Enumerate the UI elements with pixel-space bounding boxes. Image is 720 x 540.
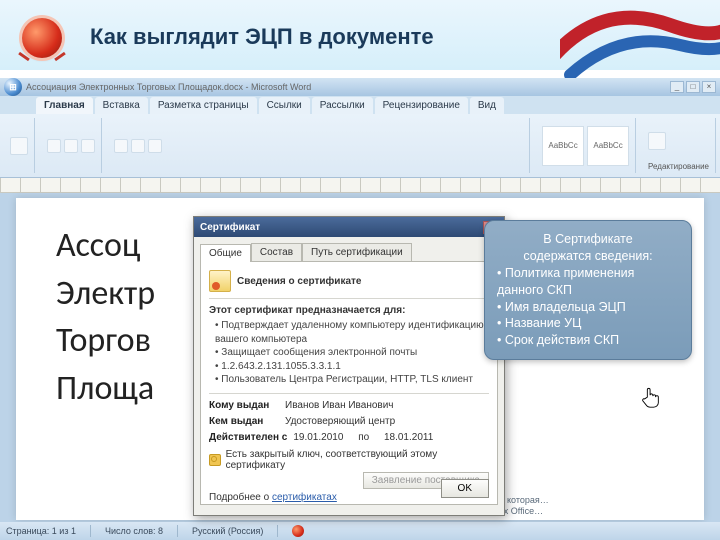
issued-to-value: Иванов Иван Иванович bbox=[285, 400, 394, 411]
minimize-button[interactable]: _ bbox=[670, 81, 684, 93]
ok-button[interactable]: OK bbox=[441, 479, 489, 498]
window-title: Ассоциация Электронных Торговых Площадок… bbox=[26, 82, 670, 92]
valid-from: 19.01.2010 bbox=[293, 432, 343, 443]
cert-purpose-list: • Подтверждает удаленному компьютеру иде… bbox=[215, 319, 489, 387]
cert-tab-details[interactable]: Состав bbox=[251, 243, 302, 261]
bold-icon[interactable] bbox=[47, 139, 61, 153]
status-words: Число слов: 8 bbox=[105, 526, 163, 536]
tab-view[interactable]: Вид bbox=[470, 97, 504, 114]
align-center-icon[interactable] bbox=[131, 139, 145, 153]
private-key-msg: Есть закрытый ключ, соответствующий этом… bbox=[226, 449, 489, 471]
dialog-title: Сертификат bbox=[200, 222, 260, 233]
status-lang[interactable]: Русский (Россия) bbox=[192, 526, 263, 536]
italic-icon[interactable] bbox=[64, 139, 78, 153]
issued-by-label: Кем выдан bbox=[209, 416, 279, 427]
status-page: Страница: 1 из 1 bbox=[6, 526, 76, 536]
info-callout: В Сертификате содержатся сведения: • Пол… bbox=[484, 220, 692, 360]
valid-to: 18.01.2011 bbox=[384, 432, 433, 443]
ribbon-tabs: Главная Вставка Разметка страницы Ссылки… bbox=[0, 96, 720, 114]
valid-label: Действителен с bbox=[209, 432, 287, 443]
key-icon bbox=[209, 454, 221, 466]
style-preview[interactable]: AaBbCc bbox=[587, 126, 629, 166]
certificate-dialog: Сертификат × Общие Состав Путь сертифика… bbox=[193, 216, 505, 516]
style-preview[interactable]: AaBbCc bbox=[542, 126, 584, 166]
paste-icon[interactable] bbox=[10, 137, 28, 155]
office-orb[interactable]: ⊞ bbox=[4, 78, 22, 96]
tab-review[interactable]: Рецензирование bbox=[375, 97, 468, 114]
bullets-icon[interactable] bbox=[148, 139, 162, 153]
cert-tab-path[interactable]: Путь сертификации bbox=[302, 243, 412, 261]
issued-by-value: Удостоверяющий центр bbox=[285, 416, 395, 427]
seal-icon bbox=[22, 18, 62, 58]
tab-home[interactable]: Главная bbox=[36, 97, 93, 114]
tab-insert[interactable]: Вставка bbox=[95, 97, 148, 114]
about-certificates-link[interactable]: сертификатах bbox=[272, 492, 337, 503]
decorative-swoosh bbox=[560, 0, 720, 90]
ribbon: AaBbCcAaBbCc Редактирование bbox=[0, 114, 720, 178]
maximize-button[interactable]: □ bbox=[686, 81, 700, 93]
slide-title: Как выглядит ЭЦП в документе bbox=[90, 24, 434, 50]
underline-icon[interactable] bbox=[81, 139, 95, 153]
find-icon[interactable] bbox=[648, 132, 666, 150]
status-bar: Страница: 1 из 1 Число слов: 8 Русский (… bbox=[0, 522, 720, 540]
cert-tab-general[interactable]: Общие bbox=[200, 244, 251, 262]
ruler[interactable] bbox=[0, 178, 720, 193]
signature-status-icon[interactable] bbox=[292, 525, 304, 537]
issued-to-label: Кому выдан bbox=[209, 400, 279, 411]
tab-layout[interactable]: Разметка страницы bbox=[150, 97, 257, 114]
align-left-icon[interactable] bbox=[114, 139, 128, 153]
hand-cursor-icon bbox=[640, 386, 662, 410]
certificate-icon bbox=[209, 270, 231, 292]
cert-header: Сведения о сертификате bbox=[237, 276, 361, 287]
tab-references[interactable]: Ссылки bbox=[259, 97, 310, 114]
close-button[interactable]: × bbox=[702, 81, 716, 93]
tab-mailings[interactable]: Рассылки bbox=[312, 97, 373, 114]
cert-intended-label: Этот сертификат предназначается для: bbox=[209, 305, 489, 316]
editing-group-label: Редактирование bbox=[648, 162, 709, 171]
